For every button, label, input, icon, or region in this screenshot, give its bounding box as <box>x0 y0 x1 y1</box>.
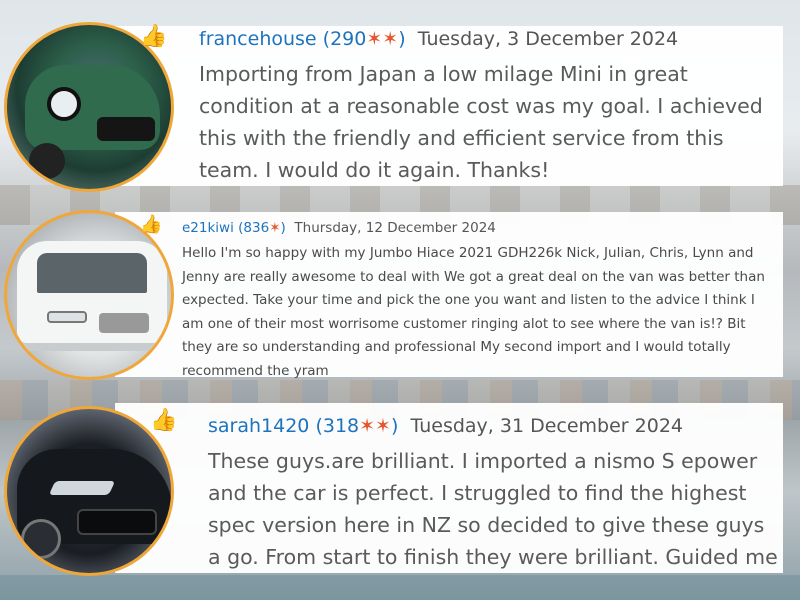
thumbs-up-icon: 👍 <box>140 24 168 49</box>
review-date: Thursday, 12 December 2024 <box>294 220 496 236</box>
feedback-score-close: ) <box>398 28 406 50</box>
review-card: sarah1420 (318✶✶) Tuesday, 31 December 2… <box>115 403 783 573</box>
review-date: Tuesday, 3 December 2024 <box>417 28 679 50</box>
avatar <box>4 210 174 380</box>
headlight <box>47 311 87 323</box>
headlight <box>47 87 81 121</box>
star-rating-icon: ✶✶ <box>359 415 391 437</box>
review-card: e21kiwi (836✶) Thursday, 12 December 202… <box>115 212 783 379</box>
avatar <box>4 406 174 576</box>
background-water <box>0 575 800 600</box>
grille <box>77 509 157 535</box>
review-text: These guys.are brilliant. I imported a n… <box>208 449 778 569</box>
feedback-score[interactable]: (318 <box>315 415 359 437</box>
feedback-score[interactable]: (290 <box>323 28 367 50</box>
headlight <box>48 481 116 495</box>
review-card: francehouse (290✶✶) Tuesday, 3 December … <box>115 26 783 186</box>
wheel <box>29 143 65 179</box>
wheel <box>21 519 61 559</box>
thumbs-up-icon: 👍 <box>150 408 178 433</box>
review-text: Importing from Japan a low milage Mini i… <box>199 62 763 182</box>
grille <box>97 117 155 141</box>
thumbs-up-icon: 👍 <box>140 214 163 235</box>
feedback-score-close: ) <box>390 415 399 437</box>
feedback-score[interactable]: (836 <box>238 220 269 236</box>
grille <box>99 313 149 333</box>
star-rating-icon: ✶✶ <box>366 28 399 50</box>
reviewer-username[interactable]: e21kiwi <box>182 220 234 236</box>
star-rating-icon: ✶ <box>269 220 281 236</box>
reviewer-username[interactable]: francehouse <box>199 28 317 50</box>
review-header: francehouse (290✶✶) Tuesday, 3 December … <box>199 28 678 50</box>
windscreen <box>37 253 147 293</box>
review-header: e21kiwi (836✶) Thursday, 12 December 202… <box>182 220 496 236</box>
review-header: sarah1420 (318✶✶) Tuesday, 31 December 2… <box>208 415 683 437</box>
feedback-score-close: ) <box>280 220 286 236</box>
review-date: Tuesday, 31 December 2024 <box>410 415 684 437</box>
review-text: Hello I'm so happy with my Jumbo Hiace 2… <box>182 245 765 379</box>
reviewer-username[interactable]: sarah1420 <box>208 415 309 437</box>
